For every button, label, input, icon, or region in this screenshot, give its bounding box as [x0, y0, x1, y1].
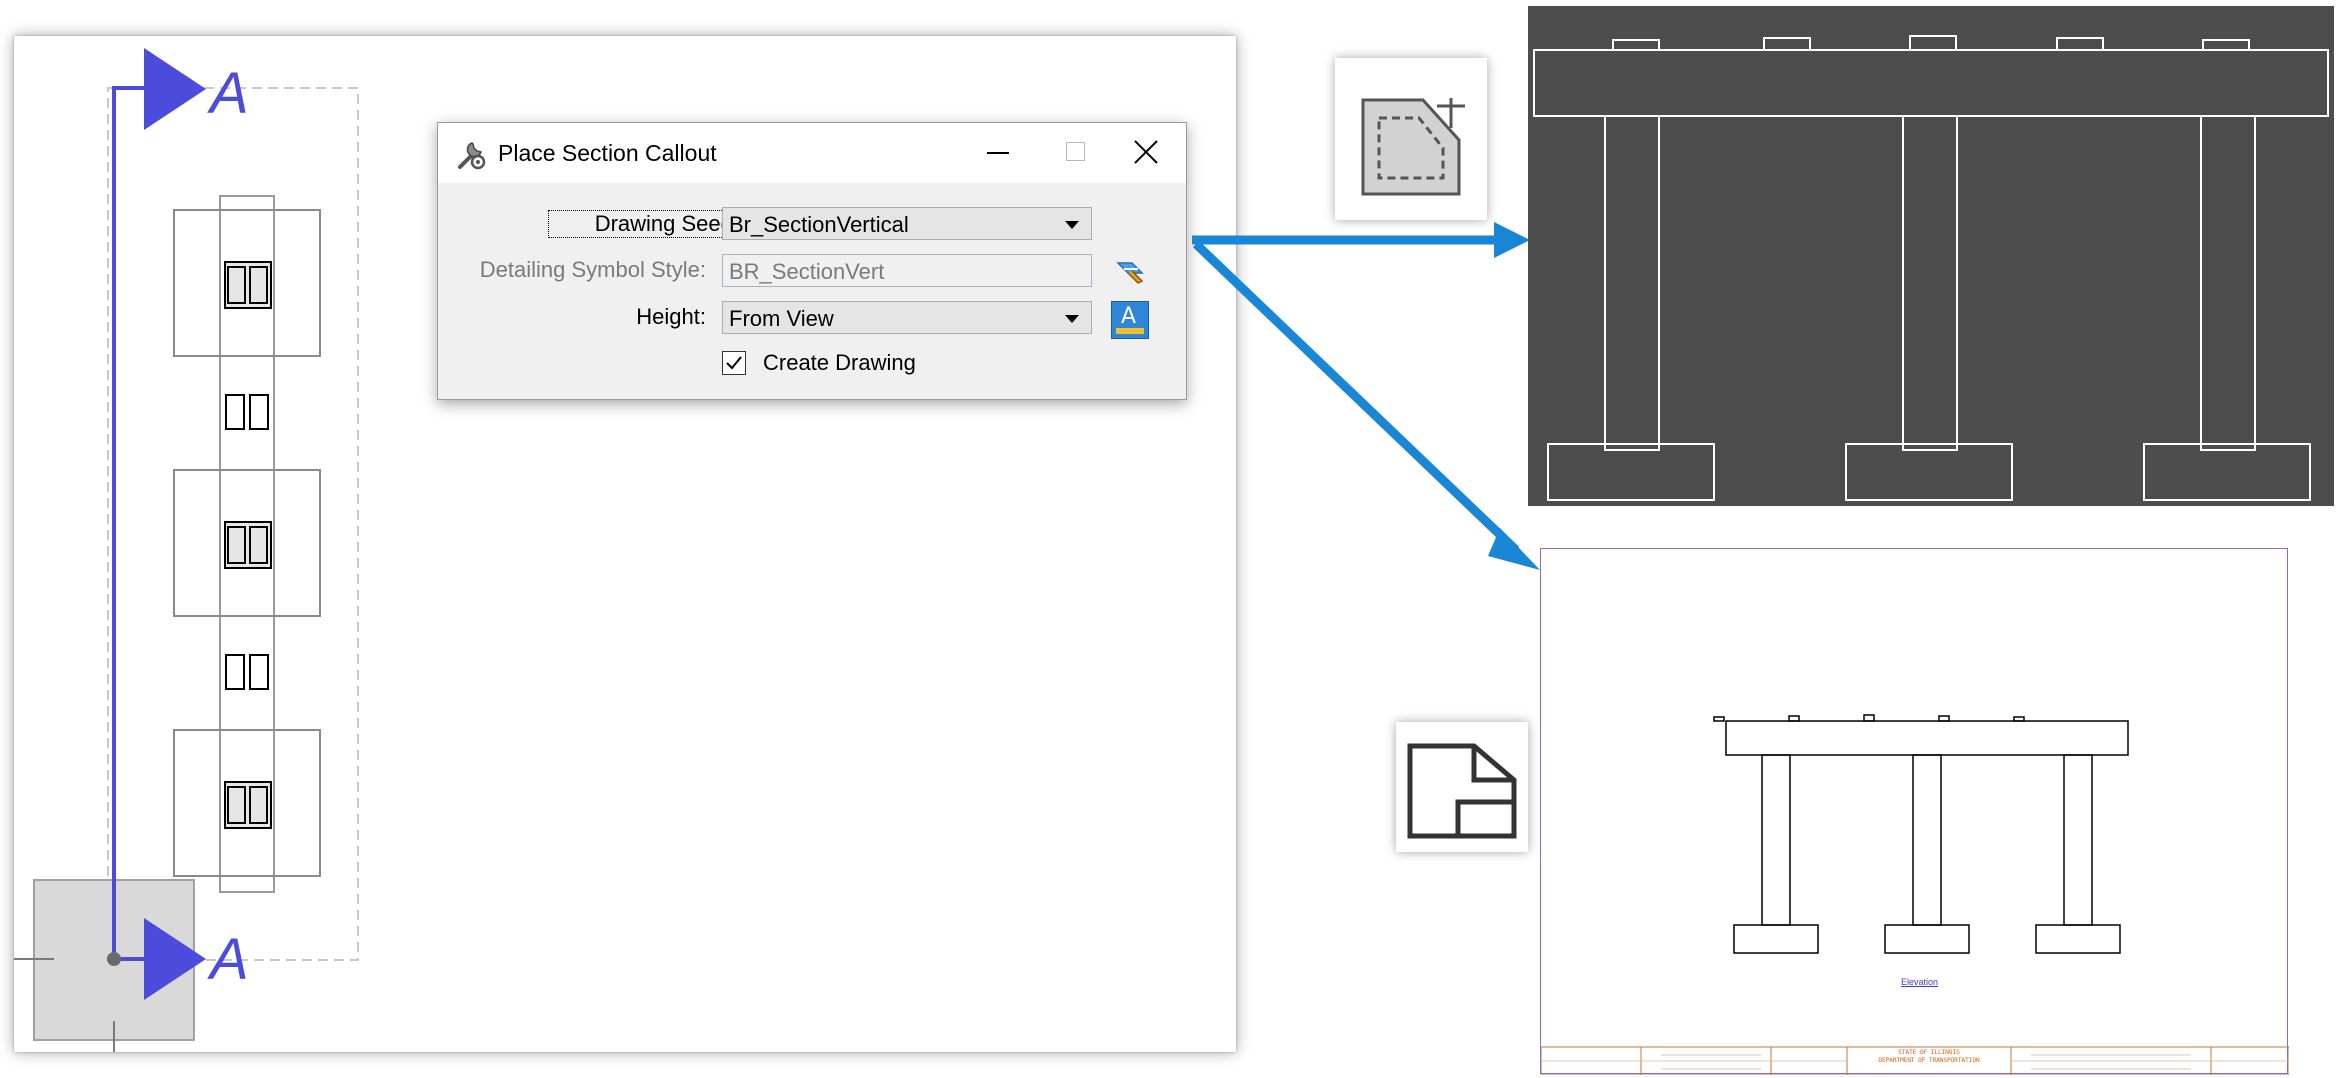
sheet-column-2 [1912, 754, 1942, 926]
column-2 [1902, 115, 1958, 451]
arrow-to-drawing-sheet [1192, 240, 1520, 554]
column-3 [2200, 115, 2256, 451]
bearing [1909, 35, 1957, 51]
footing-2 [1845, 443, 2013, 501]
section-view-canvas [1533, 35, 2329, 501]
section-view-panel[interactable] [1528, 6, 2334, 506]
sheet-footing-2 [1884, 924, 1970, 954]
title-block-state: STATE OF ILLINOIS [1898, 1049, 1960, 1056]
drawing-sheet-panel[interactable]: Elevation STATE OF ILLINOIS DEPARTMENT O… [1540, 548, 2289, 1075]
bearing [2202, 39, 2250, 51]
title-block-department: DEPARTMENT OF TRANSPORTATION [1878, 1057, 1980, 1064]
sheet-cap-beam [1725, 720, 2129, 756]
sheet-column-3 [2063, 754, 2093, 926]
section-callout-tool-icon[interactable] [1335, 58, 1487, 220]
bearing [2056, 37, 2104, 51]
sheet-column-1 [1761, 754, 1791, 926]
bearing [1612, 39, 1660, 51]
drawing-sheet-tool-icon[interactable] [1396, 722, 1528, 852]
sheet-footing-1 [1733, 924, 1819, 954]
sheet-footing-3 [2035, 924, 2121, 954]
footing-1 [1547, 443, 1715, 501]
column-1 [1604, 115, 1660, 451]
elevation-view-label[interactable]: Elevation [1901, 977, 1938, 987]
bearing [1763, 37, 1811, 51]
drawing-sheet-canvas [1541, 714, 2289, 1075]
cap-beam [1533, 49, 2329, 117]
footing-3 [2143, 443, 2311, 501]
